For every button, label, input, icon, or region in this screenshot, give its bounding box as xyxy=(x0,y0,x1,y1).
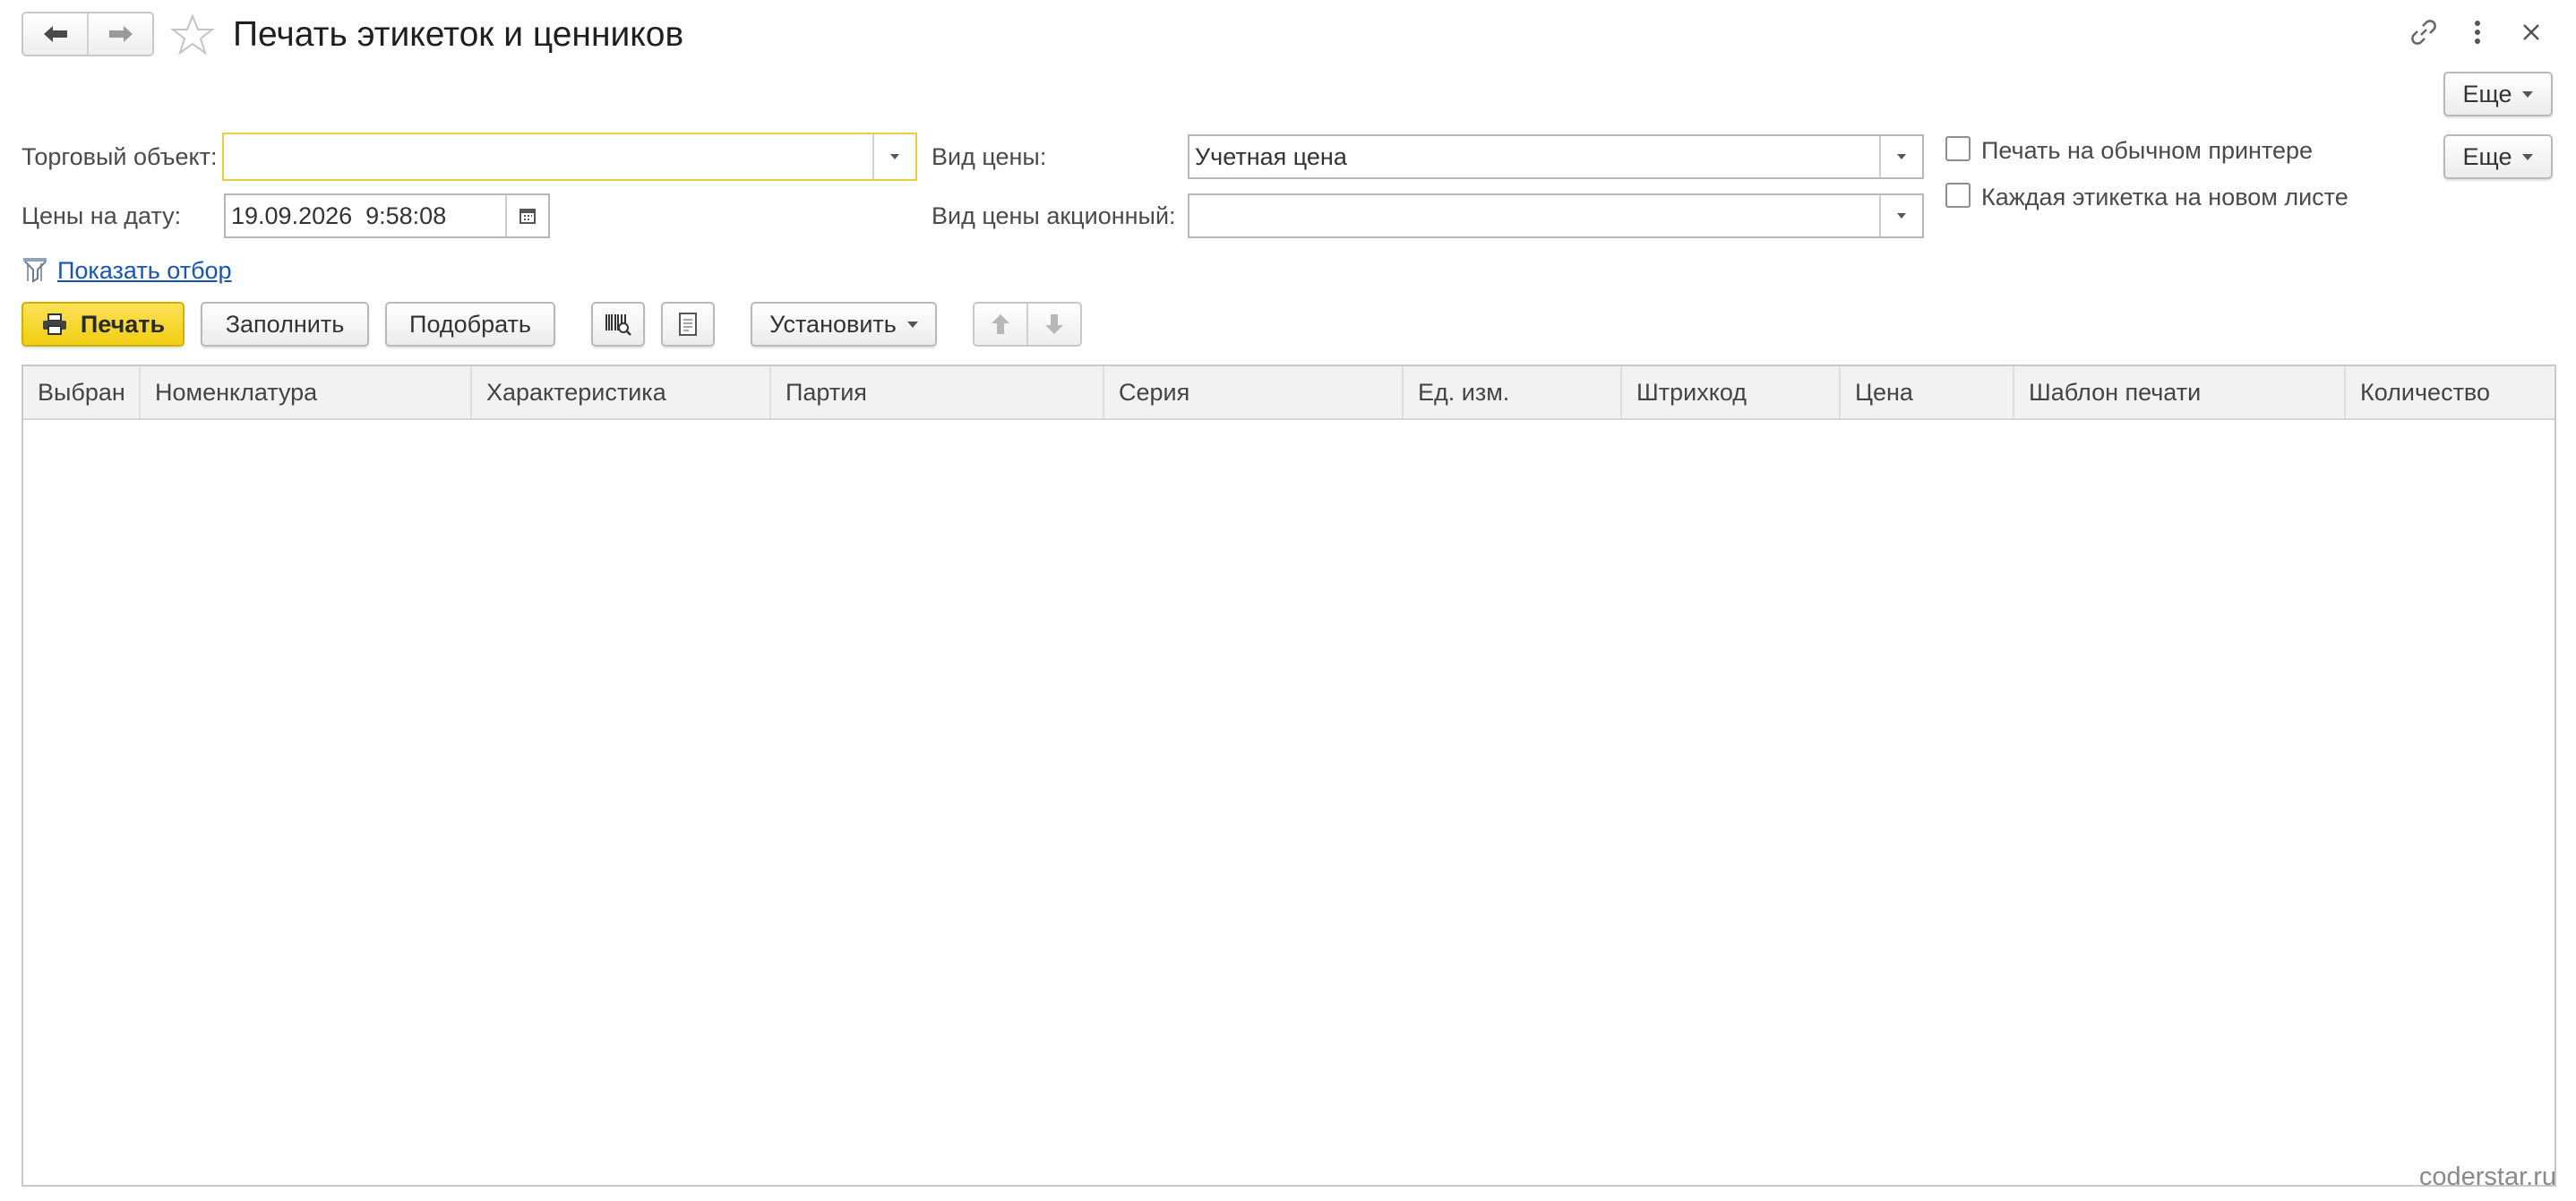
barcode-search-button[interactable] xyxy=(591,302,645,347)
column-header-selected[interactable]: Выбран xyxy=(23,366,141,418)
star-icon[interactable] xyxy=(170,13,215,57)
promo-price-type-field[interactable] xyxy=(1188,193,1924,238)
forward-button[interactable] xyxy=(87,13,152,55)
set-button-label: Установить xyxy=(769,310,897,338)
calendar-icon xyxy=(519,209,536,224)
each-new-sheet-checkbox[interactable] xyxy=(1945,183,1971,208)
chevron-down-icon xyxy=(1897,154,1906,159)
more-button-form[interactable]: Еще xyxy=(2443,134,2553,179)
arrow-left-icon xyxy=(43,26,67,42)
price-date-field[interactable]: 19.09.2026 9:58:08 xyxy=(224,193,550,238)
page-title: Печать этикеток и ценников xyxy=(233,15,684,54)
chevron-down-icon xyxy=(1897,213,1906,219)
watermark: coderstar.ru xyxy=(2418,1162,2556,1191)
labels-table[interactable]: Выбран Номенклатура Характеристика Парти… xyxy=(21,365,2556,1187)
move-up-button[interactable] xyxy=(975,304,1026,345)
close-button[interactable] xyxy=(2512,13,2551,52)
column-header-series[interactable]: Серия xyxy=(1104,366,1404,418)
move-up-icon xyxy=(992,314,1009,334)
price-date-input[interactable]: 19.09.2026 9:58:08 xyxy=(226,195,505,236)
trade-object-label: Торговый объект: xyxy=(21,143,218,170)
move-down-button[interactable] xyxy=(1026,304,1080,345)
pick-button[interactable]: Подобрать xyxy=(385,302,555,347)
print-button-label: Печать xyxy=(80,310,166,338)
trade-object-field[interactable] xyxy=(222,133,917,181)
arrow-right-icon xyxy=(108,26,133,42)
print-regular-label: Печать на обычном принтере xyxy=(1981,137,2314,164)
more-vertical-icon xyxy=(2475,21,2480,44)
table-body[interactable] xyxy=(23,420,2555,1185)
price-type-field[interactable]: Учетная цена xyxy=(1188,134,1924,179)
move-buttons-group xyxy=(973,302,1082,347)
column-header-quantity[interactable]: Количество xyxy=(2346,366,2555,418)
calendar-button[interactable] xyxy=(505,195,548,236)
nav-group xyxy=(21,12,154,56)
close-icon xyxy=(2523,24,2539,40)
column-header-unit[interactable]: Ед. изм. xyxy=(1404,366,1622,418)
column-header-barcode[interactable]: Штрихкод xyxy=(1622,366,1841,418)
column-header-nomenclature[interactable]: Номенклатура xyxy=(141,366,472,418)
trade-object-dropdown[interactable] xyxy=(872,134,915,179)
table-header: Выбран Номенклатура Характеристика Парти… xyxy=(23,366,2555,420)
promo-price-type-dropdown[interactable] xyxy=(1879,195,1922,236)
fill-button[interactable]: Заполнить xyxy=(201,302,369,347)
price-type-dropdown[interactable] xyxy=(1879,136,1922,177)
chevron-down-icon xyxy=(906,321,918,328)
document-icon xyxy=(679,313,697,336)
column-header-price[interactable]: Цена xyxy=(1841,366,2014,418)
price-date-label: Цены на дату: xyxy=(21,202,182,229)
filter-icon xyxy=(23,258,47,283)
chevron-down-icon xyxy=(2522,90,2534,98)
set-button[interactable]: Установить xyxy=(751,302,937,347)
more-button-form-label: Еще xyxy=(2462,142,2512,170)
column-header-batch[interactable]: Партия xyxy=(771,366,1104,418)
chevron-down-icon xyxy=(2522,153,2534,160)
trade-object-input[interactable] xyxy=(224,134,872,179)
price-type-input[interactable]: Учетная цена xyxy=(1189,136,1879,177)
more-button-top-label: Еще xyxy=(2462,80,2512,107)
column-header-print-template[interactable]: Шаблон печати xyxy=(2014,366,2346,418)
more-button-top[interactable]: Еще xyxy=(2443,72,2553,116)
column-header-characteristic[interactable]: Характеристика xyxy=(472,366,771,418)
link-button[interactable] xyxy=(2404,13,2443,52)
promo-price-type-label: Вид цены акционный: xyxy=(932,202,1176,229)
show-filter-link[interactable]: Показать отбор xyxy=(57,254,232,287)
link-icon xyxy=(2411,20,2436,45)
move-down-icon xyxy=(1045,314,1063,334)
chevron-down-icon xyxy=(890,154,899,159)
fill-button-label: Заполнить xyxy=(225,310,345,338)
promo-price-type-input[interactable] xyxy=(1189,195,1879,236)
print-button[interactable]: Печать xyxy=(21,302,185,347)
each-new-sheet-label: Каждая этикетка на новом листе xyxy=(1981,184,2348,210)
back-button[interactable] xyxy=(23,13,87,55)
print-regular-checkbox[interactable] xyxy=(1945,136,1971,161)
printer-icon xyxy=(42,313,66,335)
price-type-label: Вид цены: xyxy=(932,143,1047,170)
barcode-search-icon xyxy=(605,314,631,336)
document-button[interactable] xyxy=(661,302,715,347)
pick-button-label: Подобрать xyxy=(409,310,531,338)
more-menu-button[interactable] xyxy=(2458,13,2497,52)
